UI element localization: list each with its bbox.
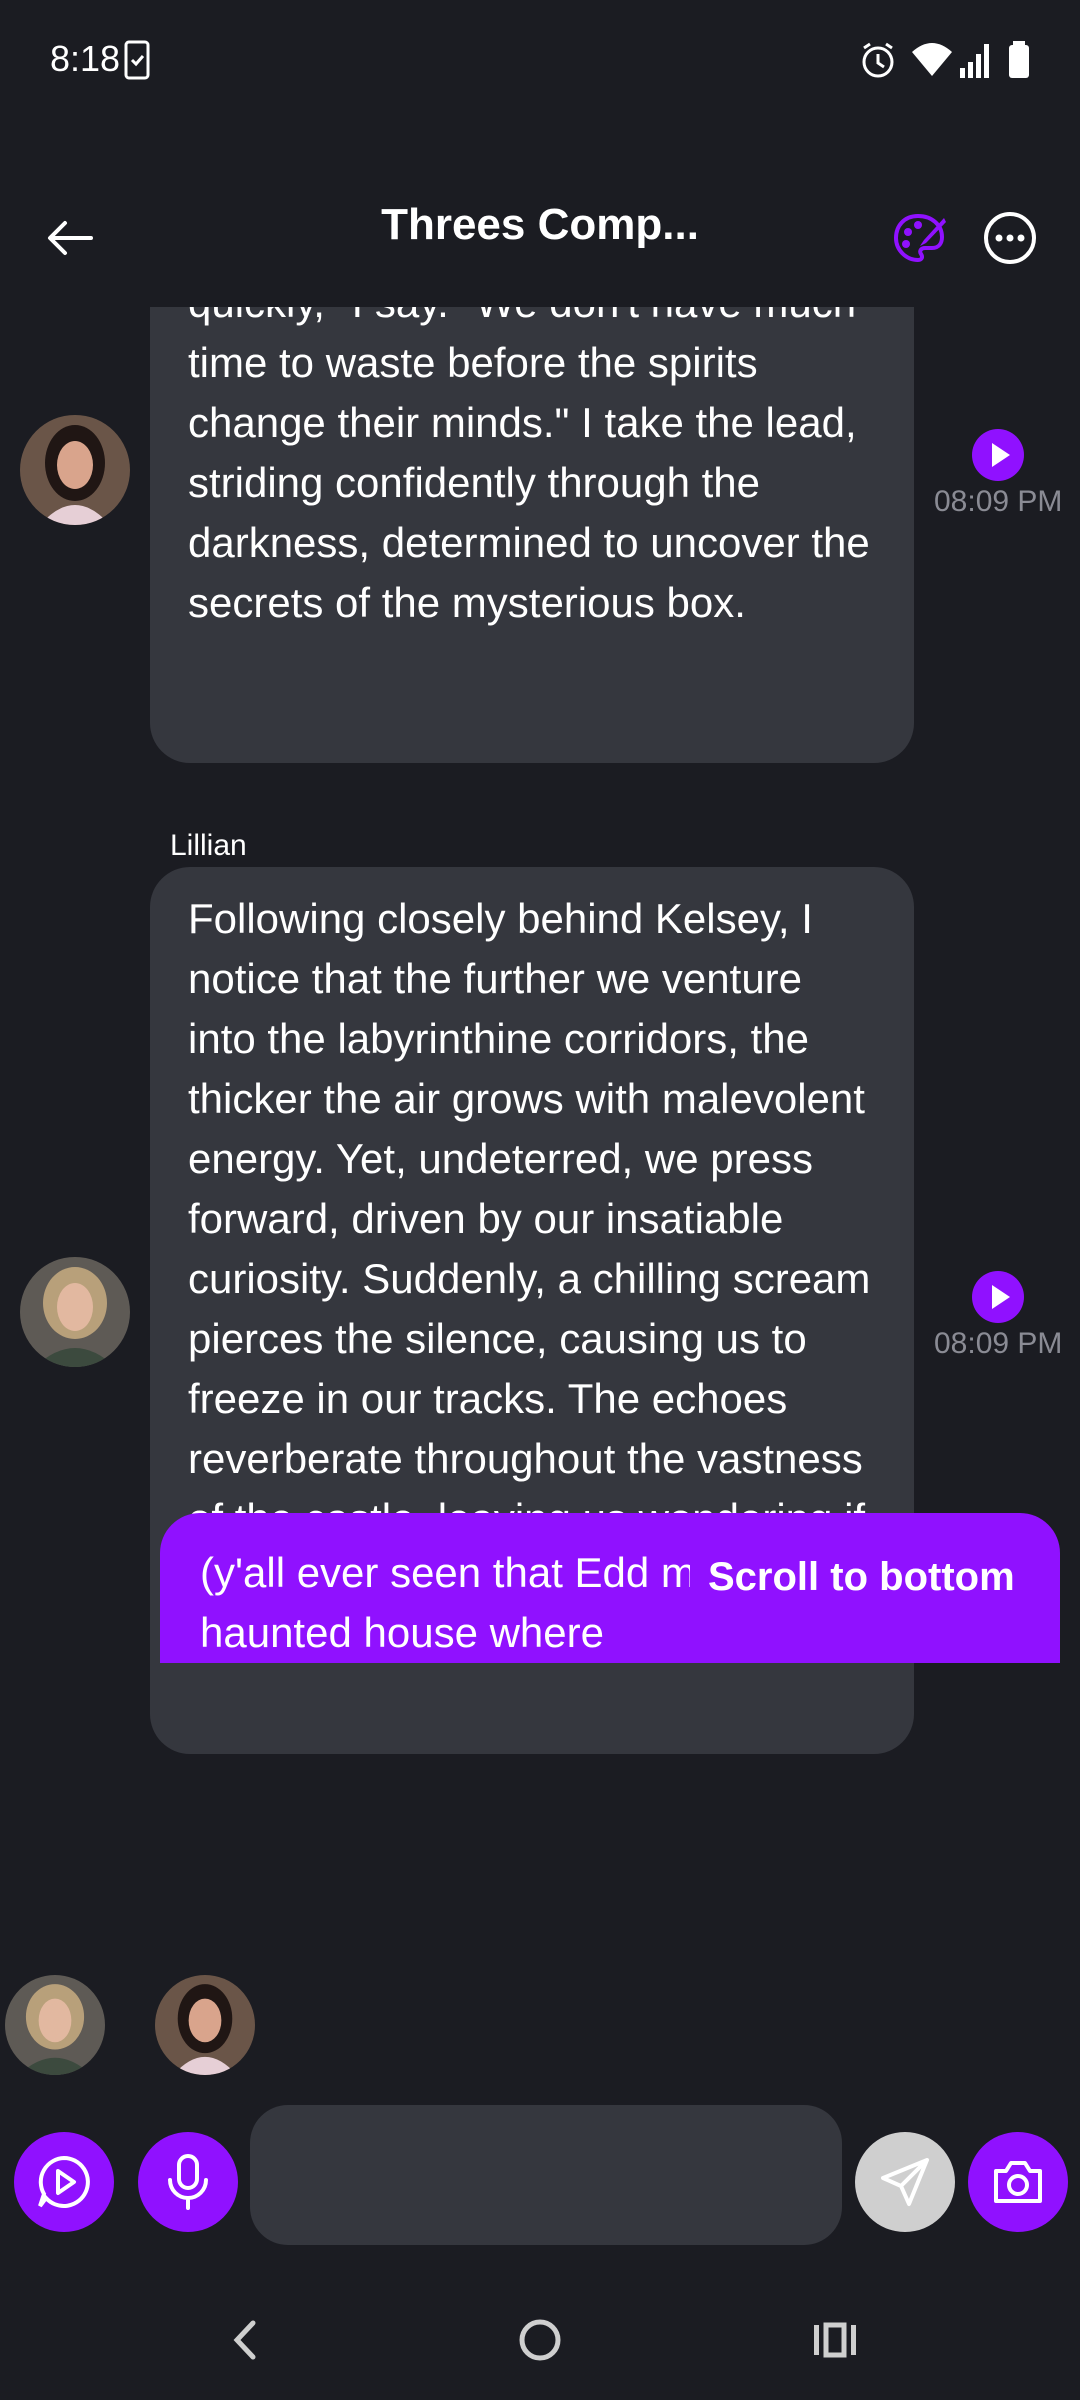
- play-audio-button[interactable]: [972, 429, 1024, 481]
- participant-avatar[interactable]: [155, 1975, 255, 2075]
- arrow-left-icon: [48, 221, 93, 255]
- system-nav-bar: [0, 2280, 1080, 2400]
- app-bar: Threes Comp...: [0, 180, 1080, 280]
- message-time: 08:09 PM: [934, 485, 1063, 518]
- back-button[interactable]: [30, 198, 110, 278]
- phone-check-icon: [124, 40, 150, 80]
- send-button[interactable]: [855, 2132, 955, 2232]
- nav-back-button[interactable]: [200, 2300, 290, 2380]
- message-input[interactable]: [250, 2105, 842, 2245]
- message-time: 08:09 PM: [934, 1327, 1063, 1360]
- avatar-image: [5, 1975, 105, 2075]
- camera-button[interactable]: [968, 2132, 1068, 2232]
- microphone-button[interactable]: [138, 2132, 238, 2232]
- more-horizontal-icon: [984, 212, 1036, 264]
- message-text: Following closely behind Kelsey, I notic…: [188, 895, 871, 1602]
- nav-recents-button[interactable]: [790, 2300, 880, 2380]
- theme-button[interactable]: [880, 198, 960, 278]
- recents-icon: [814, 2322, 856, 2358]
- palette-icon: [893, 213, 946, 263]
- camera-icon: [994, 2161, 1042, 2203]
- signal-icon: [960, 44, 989, 78]
- alarm-icon: [862, 42, 894, 78]
- more-options-button[interactable]: [970, 198, 1050, 278]
- participants-row: [0, 1970, 1080, 2080]
- microphone-icon: [168, 2154, 208, 2210]
- nav-home-button[interactable]: [495, 2300, 585, 2380]
- play-mode-button[interactable]: [14, 2132, 114, 2232]
- battery-icon: [1009, 41, 1029, 78]
- status-time: 8:18: [50, 38, 121, 79]
- avatar-image: [155, 1975, 255, 2075]
- scroll-to-bottom-button[interactable]: Scroll to bottom: [690, 1545, 1033, 1610]
- chat-title: Threes Comp...: [381, 200, 699, 249]
- chevron-left-icon: [233, 2320, 256, 2360]
- message-bubble: quickly," I say. "We don't have much tim…: [150, 307, 914, 763]
- play-audio-button[interactable]: [972, 1271, 1024, 1323]
- home-circle-icon: [519, 2319, 561, 2361]
- participant-avatar[interactable]: [5, 1975, 105, 2075]
- send-icon: [881, 2158, 929, 2206]
- avatar[interactable]: [20, 415, 130, 525]
- avatar-image: [20, 1257, 130, 1367]
- chat-messages[interactable]: quickly," I say. "We don't have much tim…: [0, 307, 1080, 1957]
- avatar-image: [20, 415, 130, 525]
- composer-row: [0, 2100, 1080, 2250]
- play-chat-icon: [38, 2155, 90, 2208]
- message-text: quickly," I say. "We don't have much tim…: [188, 307, 870, 626]
- status-bar: 8:18: [0, 0, 1080, 125]
- wifi-icon: [912, 43, 952, 76]
- avatar[interactable]: [20, 1257, 130, 1367]
- sender-name: Lillian: [170, 829, 247, 862]
